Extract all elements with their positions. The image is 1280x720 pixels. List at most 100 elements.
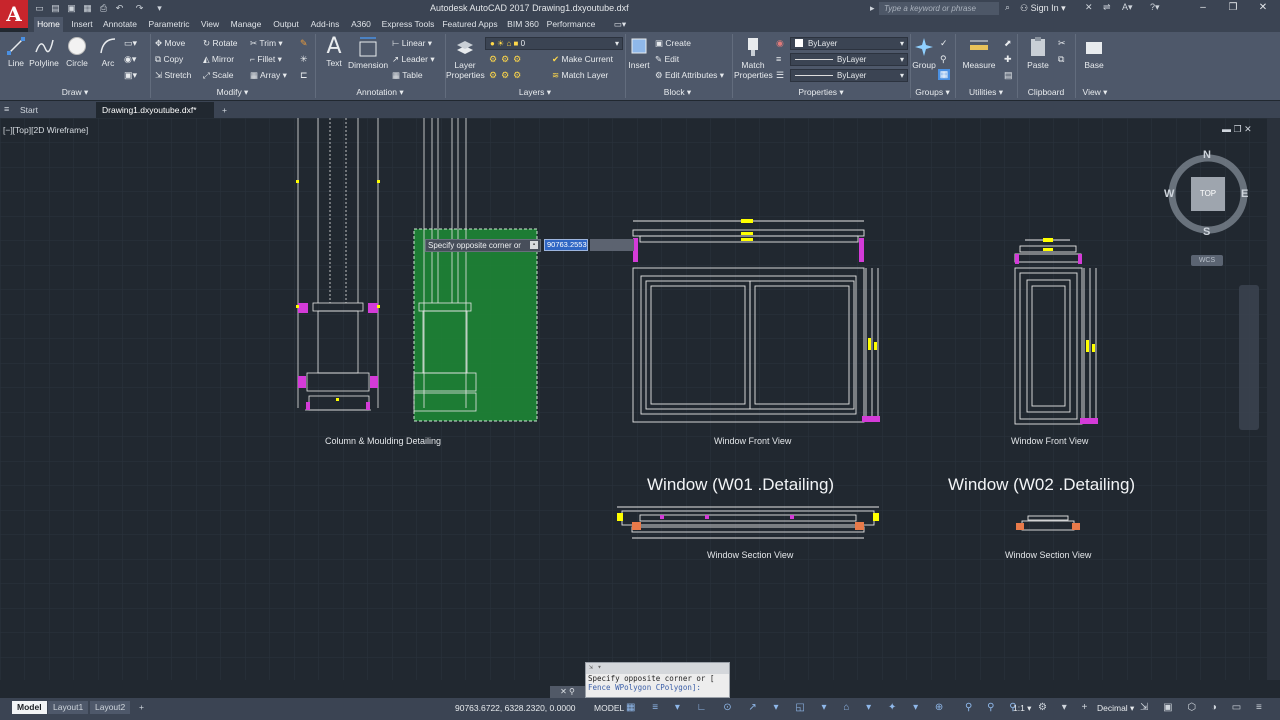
line-button[interactable]: Line — [5, 36, 27, 68]
annotation-scale[interactable]: 1:1 ▾ — [1013, 703, 1031, 714]
navigation-bar[interactable] — [1239, 285, 1259, 430]
rectangle-icon[interactable]: ▭▾ — [124, 38, 137, 49]
redo-icon[interactable]: ↷ — [134, 3, 145, 14]
text-button[interactable]: A Text — [321, 36, 347, 69]
save-as-icon[interactable]: ▦ — [82, 3, 93, 14]
viewcube-top[interactable]: TOP — [1191, 189, 1225, 198]
a360-icon[interactable]: ⇌ — [1103, 2, 1111, 13]
tab-parametric[interactable]: Parametric — [146, 17, 192, 32]
tab-featured-apps[interactable]: Featured Apps — [441, 17, 499, 32]
fillet-button[interactable]: ⌐ Fillet ▾ — [250, 52, 282, 66]
coordinates-readout[interactable]: 90763.6722, 6328.2320, 0.0000 — [455, 703, 576, 713]
exchange-icon[interactable]: ✕ — [1085, 2, 1093, 13]
base-view-button[interactable]: Base — [1080, 36, 1108, 70]
paste-button[interactable]: Paste — [1024, 36, 1052, 70]
lineweight-dropdown[interactable]: ByLayer ▾ — [790, 69, 908, 82]
layout2-tab[interactable]: Layout2 — [90, 701, 131, 714]
add-layout-button[interactable]: + — [134, 701, 149, 714]
leader-button[interactable]: ↗ Leader ▾ — [392, 52, 435, 66]
linetype-dropdown[interactable]: ByLayer ▾ — [790, 53, 908, 66]
gradient-icon[interactable]: ▣▾ — [124, 70, 137, 81]
edit-block-button[interactable]: ✎ Edit — [655, 52, 679, 66]
edit-attributes-button[interactable]: ⚙ Edit Attributes ▾ — [655, 68, 724, 82]
close-button[interactable]: ✕ — [1250, 1, 1276, 15]
tab-view[interactable]: View — [198, 17, 222, 32]
stretch-button[interactable]: ⇲ Stretch — [155, 68, 191, 82]
start-tab[interactable]: Start — [14, 102, 94, 118]
search-expand-icon[interactable]: ▸ — [870, 3, 875, 14]
quick-select-icon[interactable]: ⬈ — [1004, 38, 1012, 49]
tab-manage[interactable]: Manage — [228, 17, 264, 32]
model-tab[interactable]: Model — [12, 701, 47, 714]
qat-dropdown-icon[interactable]: ▾ — [154, 3, 165, 14]
create-block-button[interactable]: ▣ Create — [655, 36, 691, 50]
autodesk-app-icon[interactable]: A▾ — [1122, 2, 1133, 13]
group-button[interactable]: Group — [910, 36, 938, 70]
tab-performance[interactable]: Performance — [546, 17, 596, 32]
workspace-icons[interactable]: ⚙ ▾ + — [1038, 702, 1093, 713]
drawing-area[interactable]: [−][Top][2D Wireframe] ▬ ❐ ✕ N S E W TOP… — [0, 118, 1267, 680]
match-properties-button[interactable]: Match Properties — [734, 36, 773, 80]
tab-bim-360[interactable]: BIM 360 — [504, 17, 542, 32]
trim-button[interactable]: ✂ Trim ▾ — [250, 36, 283, 50]
restore-button[interactable]: ❐ — [1220, 1, 1246, 15]
layer-tools-icons-2[interactable]: ⚙⚙⚙ — [489, 70, 525, 81]
block-panel-label[interactable]: Block ▾ — [625, 86, 730, 99]
calculator-icon[interactable]: ▤ — [1004, 70, 1013, 81]
group-edit-icon[interactable]: ⚲ — [940, 54, 947, 65]
copy-clip-icon[interactable]: ⧉ — [1058, 54, 1064, 65]
layers-panel-label[interactable]: Layers ▾ — [445, 86, 625, 99]
make-current-button[interactable]: ✔ Make Current — [552, 52, 613, 66]
groups-panel-label[interactable]: Groups ▾ — [910, 86, 955, 99]
layout1-tab[interactable]: Layout1 — [48, 701, 89, 714]
autocad-logo[interactable]: A — [0, 0, 28, 28]
plot-icon[interactable]: ⎙ — [98, 3, 109, 14]
command-input[interactable]: Fence WPolygon CPolygon]: — [586, 683, 729, 692]
erase-icon[interactable]: ✎ — [300, 38, 308, 49]
vertical-scrollbar[interactable] — [1267, 118, 1280, 680]
undo-icon[interactable]: ↶ — [114, 3, 125, 14]
layer-dropdown[interactable]: ● ☀ ⌂ ■ 0 ▾ — [485, 37, 623, 50]
polyline-button[interactable]: Polyline — [28, 36, 60, 68]
command-line[interactable]: ⇲ ▾ Specify opposite corner or [ Fence W… — [585, 662, 730, 698]
group-select-icon[interactable]: ▦ — [938, 69, 950, 80]
id-point-icon[interactable]: ✚ — [1004, 54, 1012, 65]
layer-properties-button[interactable]: Layer Properties — [446, 36, 485, 80]
arc-button[interactable]: Arc — [96, 36, 120, 68]
draw-panel-label[interactable]: Draw ▾ — [0, 86, 150, 99]
help-icon[interactable]: ?▾ — [1150, 2, 1160, 13]
properties-panel-label[interactable]: Properties ▾ — [732, 86, 910, 99]
tab-annotate[interactable]: Annotate — [100, 17, 140, 32]
save-icon[interactable]: ▣ — [66, 3, 77, 14]
ribbon-toggle-icon[interactable]: ▭▾ — [612, 17, 628, 32]
tab-insert[interactable]: Insert — [68, 17, 96, 32]
tab-express-tools[interactable]: Express Tools — [380, 17, 436, 32]
coordinate-input[interactable]: 90763.2553 — [544, 239, 588, 251]
clipboard-panel-label[interactable]: Clipboard — [1017, 86, 1075, 99]
units-dropdown[interactable]: Decimal ▾ — [1097, 703, 1134, 714]
mirror-button[interactable]: ◭ Mirror — [203, 52, 234, 66]
rotate-button[interactable]: ↻ Rotate — [203, 36, 238, 50]
scale-button[interactable]: ⤢ Scale — [203, 68, 233, 82]
new-tab-button[interactable]: + — [216, 102, 233, 118]
compass-west[interactable]: W — [1164, 188, 1174, 200]
layer-tools-icons[interactable]: ⚙⚙⚙ — [489, 54, 525, 65]
color-dropdown[interactable]: ByLayer ▾ — [790, 37, 908, 50]
modify-panel-label[interactable]: Modify ▾ — [150, 86, 315, 99]
new-icon[interactable]: ▭ — [34, 3, 45, 14]
dimension-button[interactable]: Dimension — [348, 36, 388, 70]
match-layer-button[interactable]: ≋ Match Layer — [552, 68, 608, 82]
compass-east[interactable]: E — [1241, 188, 1248, 200]
compass-south[interactable]: S — [1203, 226, 1210, 238]
array-button[interactable]: ▦ Array ▾ — [250, 68, 287, 82]
explode-icon[interactable]: ✳ — [300, 54, 308, 65]
linear-button[interactable]: ⊢ Linear ▾ — [392, 36, 432, 50]
tab-output[interactable]: Output — [270, 17, 302, 32]
sign-in-link[interactable]: ⚇ Sign In ▾ — [1020, 3, 1066, 14]
open-icon[interactable]: ▤ — [50, 3, 61, 14]
cut-icon[interactable]: ✂ — [1058, 38, 1066, 49]
tab-add-ins[interactable]: Add-ins — [308, 17, 342, 32]
coordinate-input-2[interactable] — [590, 239, 634, 251]
model-space-toggle[interactable]: MODEL — [594, 703, 624, 713]
table-button[interactable]: ▦ Table — [392, 68, 423, 82]
